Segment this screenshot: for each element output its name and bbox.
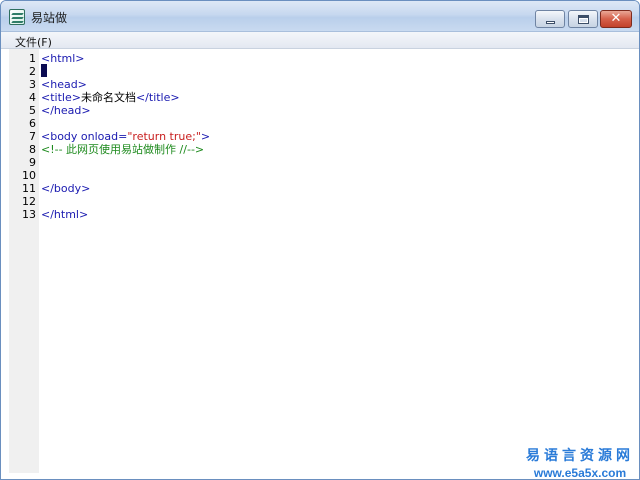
maximize-icon — [578, 15, 589, 24]
code-line[interactable]: <head> — [41, 78, 87, 91]
code-token: <title> — [41, 91, 81, 104]
code-token: 未命名文档 — [80, 91, 136, 104]
watermark-title: 易语言资源网 — [526, 448, 634, 464]
line-number: 8 — [29, 143, 36, 156]
line-number: 12 — [22, 195, 36, 208]
line-number: 11 — [22, 182, 36, 195]
line-number-gutter: 1 2 3 4 5 6 7 8 9 10 11 12 13 — [9, 49, 39, 473]
code-line[interactable]: <title>未命名文档</title> — [41, 91, 180, 104]
line-number: 9 — [29, 156, 36, 169]
watermark-url: www.e5a5x.com — [533, 466, 627, 480]
code-line[interactable]: <body onload="return true;"> — [41, 130, 210, 143]
app-window: 易站做 ✕ 文件(F) 1 2 3 4 5 6 7 8 9 10 11 12 13 <html> <hea… — [0, 0, 640, 480]
maximize-button[interactable] — [568, 10, 598, 28]
code-token: </head> — [41, 104, 91, 117]
code-editor[interactable]: 1 2 3 4 5 6 7 8 9 10 11 12 13 <html> <head> <title>未命名… — [1, 49, 639, 479]
window-title: 易站做 — [31, 11, 68, 25]
line-number: 6 — [29, 117, 36, 130]
watermark-logo: 易语言资源网 www.e5a5x.com — [521, 445, 639, 480]
code-line[interactable]: <!-- 此网页使用易站做制作 //--> — [41, 143, 204, 156]
code-token: <html> — [41, 52, 85, 65]
line-number: 1 — [29, 52, 36, 65]
code-token: "return true;" — [127, 130, 201, 143]
menu-file[interactable]: 文件(F) — [15, 34, 52, 50]
code-line[interactable]: </head> — [41, 104, 91, 117]
line-number: 3 — [29, 78, 36, 91]
app-logo-icon[interactable] — [9, 9, 25, 25]
code-token: </title> — [135, 91, 180, 104]
code-token: </html> — [41, 208, 89, 221]
line-number: 7 — [29, 130, 36, 143]
title-bar[interactable]: 易站做 ✕ — [1, 1, 639, 32]
code-token: <!-- 此网页使用易站做制作 //--> — [41, 143, 205, 156]
menu-bar: 文件(F) — [1, 32, 639, 49]
line-number: 10 — [22, 169, 36, 182]
close-icon: ✕ — [610, 11, 622, 26]
minimize-icon — [546, 21, 555, 24]
code-line[interactable]: </html> — [41, 208, 88, 221]
minimize-button[interactable] — [535, 10, 565, 28]
line-number: 5 — [29, 104, 36, 117]
code-token: <head> — [41, 78, 87, 91]
line-number: 13 — [22, 208, 36, 221]
code-token: > — [200, 130, 211, 143]
text-caret — [41, 64, 47, 77]
code-token: </body> — [41, 182, 91, 195]
code-line[interactable]: </body> — [41, 182, 90, 195]
close-button[interactable]: ✕ — [600, 10, 632, 28]
line-number: 4 — [29, 91, 36, 104]
code-token: <body onload= — [41, 130, 128, 143]
line-number: 2 — [29, 65, 36, 78]
code-line[interactable]: <html> — [41, 52, 85, 65]
